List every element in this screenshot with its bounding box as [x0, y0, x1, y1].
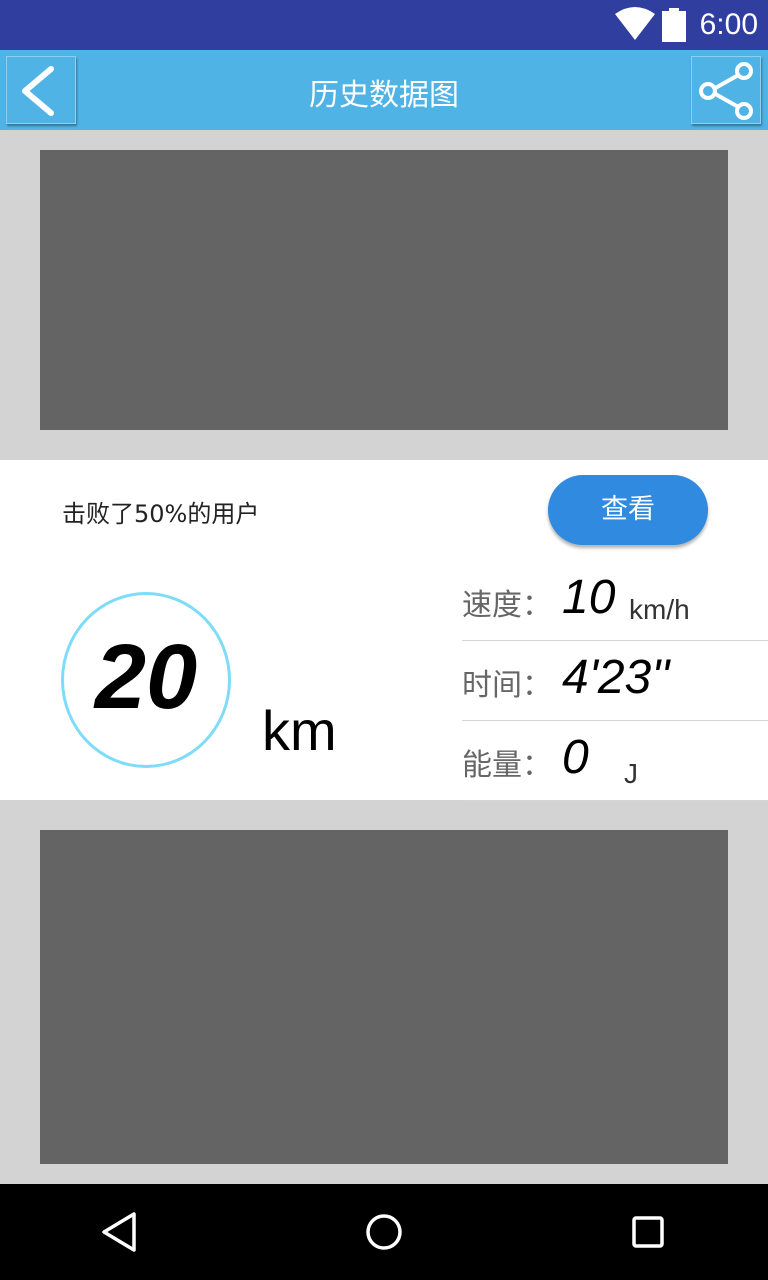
- speed-value: 10: [562, 571, 616, 624]
- energy-label: 能量：: [462, 748, 552, 783]
- battery-icon: [662, 8, 686, 42]
- top-chart-placeholder: [40, 150, 728, 430]
- stat-row-time: 时间： 4'23'': [462, 640, 768, 721]
- energy-unit: J: [624, 758, 638, 789]
- distance-value: 20: [94, 626, 198, 728]
- distance-circle: 20: [61, 592, 231, 768]
- share-button[interactable]: [691, 56, 761, 124]
- app-bar: 历史数据图: [0, 50, 768, 130]
- back-triangle-icon[interactable]: [98, 1210, 142, 1254]
- page-title: 历史数据图: [309, 78, 459, 113]
- view-button[interactable]: 查看: [548, 475, 708, 545]
- status-bar: 6:00: [0, 0, 768, 50]
- share-icon: [699, 62, 753, 120]
- system-nav-bar: [0, 1184, 768, 1280]
- stat-row-energy: 能量： 0 J: [462, 720, 768, 801]
- bottom-chart-placeholder: [40, 830, 728, 1164]
- time-label: 时间：: [462, 668, 552, 703]
- wifi-icon: [615, 7, 655, 40]
- recents-square-icon[interactable]: [626, 1210, 670, 1254]
- stat-row-speed: 速度： 10 km/h: [462, 560, 768, 641]
- home-circle-icon[interactable]: [362, 1210, 406, 1254]
- summary-panel: 击败了50%的用户 查看 20 km 速度： 10 km/h 时间： 4'23'…: [0, 460, 768, 801]
- speed-label: 速度：: [462, 588, 552, 623]
- beat-users-text: 击败了50%的用户: [62, 500, 260, 528]
- energy-value: 0: [562, 731, 589, 784]
- speed-unit: km/h: [629, 594, 690, 625]
- status-time: 6:00: [699, 8, 758, 41]
- distance-unit: km: [262, 699, 337, 762]
- time-value: 4'23'': [562, 651, 670, 704]
